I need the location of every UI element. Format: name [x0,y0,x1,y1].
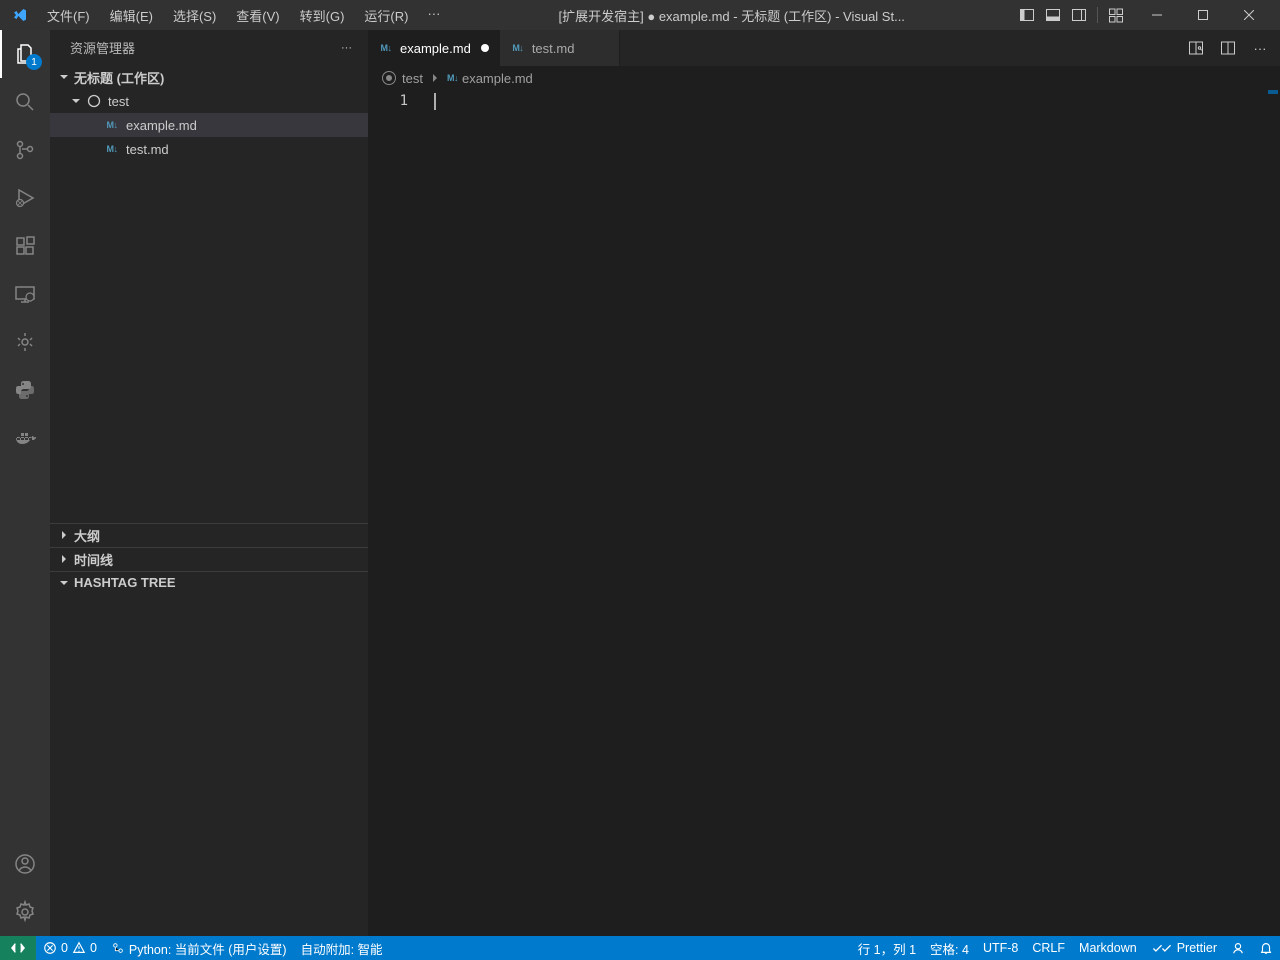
toggle-secondary-sidebar-icon[interactable] [1067,3,1091,27]
hashtag-tree-section[interactable]: HASHTAG TREE [50,571,368,937]
status-auto-attach[interactable]: 自动附加: 智能 [294,936,390,960]
activity-search[interactable] [0,78,50,126]
menu-bar: 文件(F) 编辑(E) 选择(S) 查看(V) 转到(G) 运行(R) ··· [38,2,448,29]
status-notifications-icon[interactable] [1252,936,1280,960]
workspace-label: 无标题 (工作区) [74,68,164,87]
editor-tabs: M↓ example.md M↓ test.md ··· [368,30,1280,66]
status-bar: 0 0 Python: 当前文件 (用户设置) 自动附加: 智能 行 1，列 1… [0,936,1280,960]
menu-overflow[interactable]: ··· [419,2,448,29]
breadcrumb[interactable]: test M↓ example.md [368,66,1280,90]
chevron-down-icon [56,69,72,85]
activity-extensions[interactable] [0,222,50,270]
tab-test-md[interactable]: M↓ test.md [500,30,620,66]
chevron-right-icon [56,527,72,543]
folder-test[interactable]: test [50,89,368,113]
timeline-section[interactable]: 时间线 [50,547,368,571]
cursor [434,93,436,110]
sidebar-header: 资源管理器 ··· [50,30,368,65]
outline-label: 大纲 [74,526,100,545]
status-cursor-position[interactable]: 行 1，列 1 [851,936,923,960]
chevron-right-icon [56,551,72,567]
minimize-button[interactable] [1134,0,1180,30]
activity-explorer[interactable]: 1 [0,30,50,78]
hashtag-tree-label: HASHTAG TREE [74,575,176,590]
sidebar-title: 资源管理器 [70,38,135,57]
title-bar: 文件(F) 编辑(E) 选择(S) 查看(V) 转到(G) 运行(R) ··· … [0,0,1280,30]
menu-run[interactable]: 运行(R) [355,2,417,29]
activity-bar: 1 [0,30,50,936]
activity-settings[interactable] [0,888,50,936]
open-preview-side-icon[interactable] [1184,36,1208,60]
remote-indicator[interactable] [0,936,36,960]
markdown-icon: M↓ [447,73,458,83]
window-title: [扩展开发宿主] ● example.md - 无标题 (工作区) - Visu… [448,6,1015,25]
activity-source-control[interactable] [0,126,50,174]
toggle-primary-sidebar-icon[interactable] [1015,3,1039,27]
status-python[interactable]: Python: 当前文件 (用户设置) [104,936,294,960]
menu-edit[interactable]: 编辑(E) [101,2,162,29]
chevron-down-icon [68,93,84,109]
folder-modified-icon [86,93,102,109]
editor-text-area[interactable] [434,90,1280,936]
status-encoding[interactable]: UTF-8 [976,936,1025,960]
explorer-badge: 1 [26,54,42,70]
split-editor-icon[interactable] [1216,36,1240,60]
menu-file[interactable]: 文件(F) [38,2,99,29]
menu-selection[interactable]: 选择(S) [164,2,225,29]
activity-accounts[interactable] [0,840,50,888]
breadcrumb-folder[interactable]: test [402,71,423,86]
layout-controls [1015,3,1134,27]
status-indentation[interactable]: 空格: 4 [923,936,976,960]
timeline-label: 时间线 [74,550,113,569]
activity-remote-explorer[interactable] [0,270,50,318]
status-prettier[interactable]: Prettier [1144,936,1224,960]
toggle-panel-icon[interactable] [1041,3,1065,27]
separator [1097,7,1098,23]
markdown-icon: M↓ [104,141,120,157]
activity-run-debug[interactable] [0,174,50,222]
file-example-md[interactable]: M↓ example.md [50,113,368,137]
editor-group: M↓ example.md M↓ test.md ··· [368,30,1280,936]
tab-label: test.md [532,41,575,56]
markdown-icon: M↓ [378,43,394,53]
customize-layout-icon[interactable] [1104,3,1128,27]
markdown-icon: M↓ [104,117,120,133]
activity-docker-icon[interactable] [0,414,50,462]
maximize-button[interactable] [1180,0,1226,30]
outline-section[interactable]: 大纲 [50,523,368,547]
dirty-indicator-icon [481,44,489,52]
breadcrumb-file[interactable]: M↓ example.md [447,71,533,86]
line-gutter: 1 [368,90,434,936]
file-tree: test M↓ example.md M↓ test.md [50,89,368,161]
workspace-section-header[interactable]: 无标题 (工作区) [50,65,368,89]
file-label: example.md [126,118,197,133]
status-eol[interactable]: CRLF [1025,936,1072,960]
line-number-1: 1 [368,92,408,111]
menu-view[interactable]: 查看(V) [227,2,288,29]
markdown-icon: M↓ [510,43,526,53]
status-feedback-icon[interactable] [1224,936,1252,960]
tab-example-md[interactable]: M↓ example.md [368,30,500,66]
tab-close-placeholder [580,40,596,56]
file-test-md[interactable]: M↓ test.md [50,137,368,161]
close-button[interactable] [1226,0,1272,30]
status-problems[interactable]: 0 0 [36,936,104,960]
overview-ruler-mark [1268,90,1278,94]
tab-label: example.md [400,41,471,56]
sidebar-explorer: 资源管理器 ··· 无标题 (工作区) test M↓ [50,30,368,936]
editor-content[interactable]: 1 [368,90,1280,936]
menu-goto[interactable]: 转到(G) [291,2,354,29]
record-icon [382,71,396,85]
chevron-right-icon [429,72,441,84]
status-language[interactable]: Markdown [1072,936,1144,960]
chevron-down-icon [56,575,72,591]
folder-label: test [108,94,129,109]
activity-python-icon[interactable] [0,366,50,414]
file-label: test.md [126,142,169,157]
sidebar-more-icon[interactable]: ··· [341,42,352,54]
activity-gitlens-icon[interactable] [0,318,50,366]
editor-more-icon[interactable]: ··· [1248,36,1272,60]
vscode-logo-icon [12,7,28,23]
window-controls [1134,0,1272,30]
